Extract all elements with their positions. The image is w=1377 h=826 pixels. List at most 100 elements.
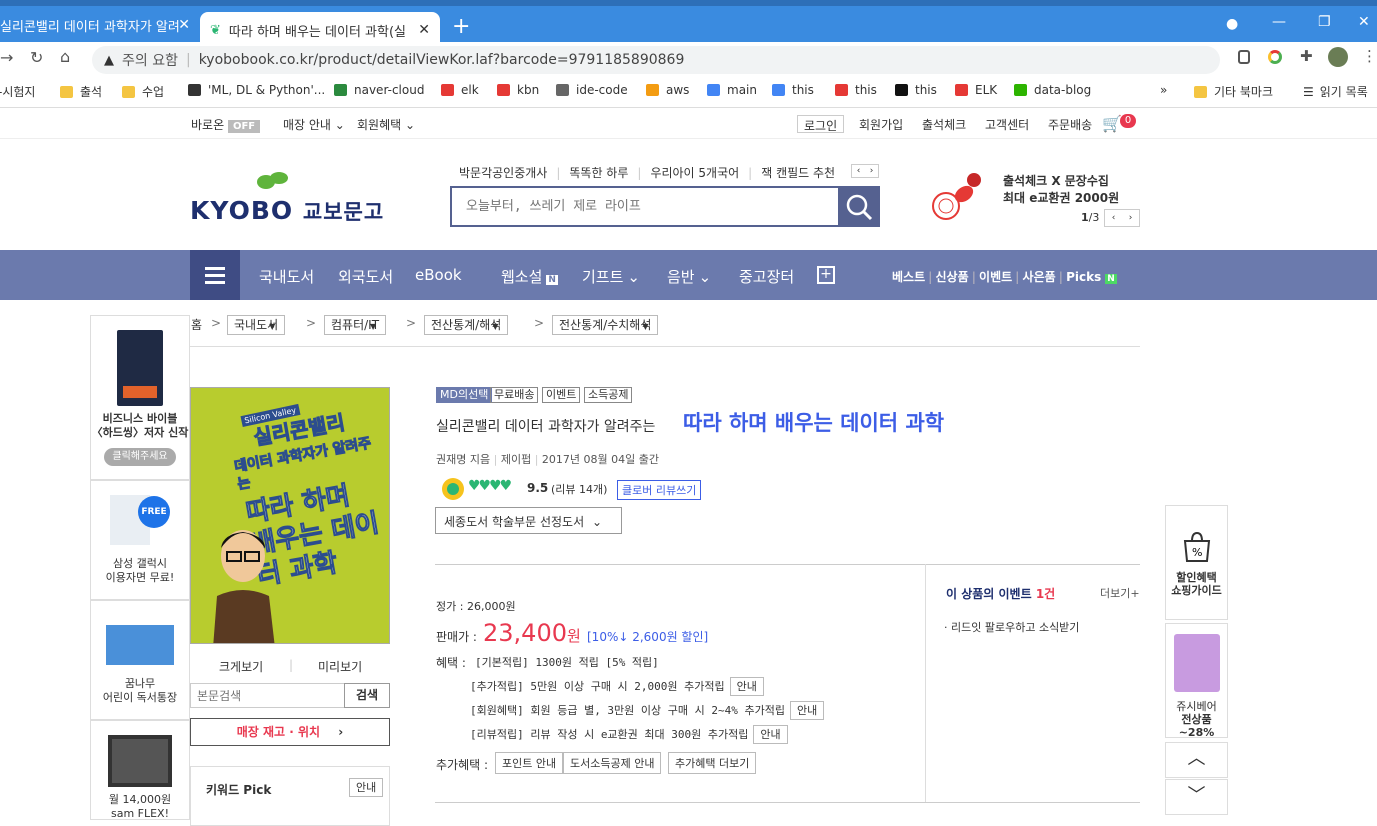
bookmark-item[interactable]: 'ML, DL & Python'... [188, 83, 325, 97]
side-ad-juicy[interactable]: 쥬시베어 전상품 ~28% [1165, 623, 1228, 739]
hot-keyword[interactable]: 똑똑한 하루 [569, 166, 628, 180]
side-ad-galaxy[interactable]: FREE 삼성 갤럭시 이용자면 무료! [90, 480, 190, 600]
side-ad-kids[interactable]: 꿈나무 어린이 독서통장 [90, 600, 190, 720]
award-dropdown[interactable]: 세종도서 학술부문 선정도서 ⌄ [435, 507, 622, 534]
bookmark-item[interactable]: ELK [955, 83, 997, 97]
extension-icon[interactable] [1238, 50, 1250, 64]
minimize-icon[interactable]: — [1272, 14, 1286, 30]
scroll-up-button[interactable]: ︿ [1165, 742, 1228, 778]
store-info-menu[interactable]: 매장 안내 ⌄ [283, 116, 345, 133]
promo-text[interactable]: 출석체크 X 문장수집 최대 e교환권 2000원 [1003, 173, 1119, 207]
side-ad-sam[interactable]: 월 14,000원 sam FLEX! [90, 720, 190, 820]
reading-list[interactable]: ☰ 읽기 목록 [1303, 83, 1368, 100]
nav-item[interactable]: 외국도서 [338, 266, 393, 287]
promo-pager-buttons[interactable]: ‹ › [1104, 209, 1140, 227]
back-icon[interactable]: → [0, 48, 13, 67]
restore-icon[interactable]: ❐ [1318, 14, 1331, 30]
cart-icon[interactable]: 🛒 [1102, 114, 1122, 133]
baroon-toggle[interactable]: 바로온 OFF [191, 116, 261, 133]
extra-benefit-button[interactable]: 추가혜택 더보기 [668, 752, 757, 774]
bookmark-item[interactable]: this [835, 83, 877, 97]
nav-right-link[interactable]: 신상품 [936, 270, 969, 284]
new-tab-icon[interactable]: + [452, 14, 470, 39]
order-link[interactable]: 주문배송 [1048, 116, 1092, 133]
search-input[interactable] [452, 188, 832, 225]
member-benefit-menu[interactable]: 회원혜택 ⌄ [357, 116, 415, 133]
author-link[interactable]: 권재명 지음 [436, 453, 490, 466]
side-ad-cta[interactable]: 클릭해주세요 [104, 448, 176, 466]
write-review-button[interactable]: 클로버 리뷰쓰기 [617, 480, 702, 500]
bookmark-item[interactable]: 수업 [122, 83, 164, 100]
logo[interactable]: KYOBO 교보문고 [190, 196, 384, 226]
side-ad-hardthing[interactable]: 비즈니스 바이블 〈하드씽〉저자 신작 클릭해주세요 [90, 315, 190, 480]
bookmark-item[interactable]: naver-cloud [334, 83, 424, 97]
bookmark-item[interactable]: 출석 [60, 83, 102, 100]
breadcrumb-item[interactable]: 국내도서▼ [227, 315, 291, 335]
close-icon[interactable]: ✕ [418, 22, 430, 38]
event-item[interactable]: · 리드잇 팔로우하고 소식받기 [944, 619, 1079, 635]
more-menu-icon[interactable]: + [817, 266, 835, 284]
nav-item[interactable]: 기프트 ⌄ [582, 266, 640, 287]
preview-link[interactable]: 미리보기 [318, 658, 362, 675]
benefit-info-button[interactable]: 안내 [729, 677, 764, 696]
breadcrumb-item[interactable]: 홈 [191, 316, 202, 333]
bookmark-item[interactable]: data-blog [1014, 83, 1091, 97]
bookmark-item[interactable]: kbn [497, 83, 539, 97]
shopping-guide[interactable]: % 할인혜택 쇼핑가이드 [1165, 505, 1228, 620]
enlarge-link[interactable]: 크게보기 [219, 658, 263, 675]
bookmark-item[interactable]: aws [646, 83, 689, 97]
join-link[interactable]: 회원가입 [859, 116, 903, 133]
bookmark-item[interactable]: ide-code [556, 83, 628, 97]
keyword-info-button[interactable]: 안내 [349, 778, 384, 797]
review-count[interactable]: (리뷰 14개) [551, 481, 607, 497]
stock-button[interactable]: 매장 재고 · 위치 › [190, 718, 390, 746]
avatar[interactable] [1328, 47, 1348, 67]
chrome-ext-icon[interactable] [1268, 50, 1282, 64]
benefit-info-button[interactable]: 안내 [753, 725, 788, 744]
close-window-icon[interactable]: ✕ [1358, 14, 1370, 30]
nav-right-link[interactable]: Picks [1066, 270, 1101, 284]
puzzle-icon[interactable]: ✚ [1300, 47, 1313, 65]
nav-right-link[interactable]: 사은품 [1023, 270, 1056, 284]
search-button[interactable] [838, 186, 880, 227]
nav-item[interactable]: eBook [415, 266, 462, 284]
bookmark-item[interactable]: this [895, 83, 937, 97]
menu-icon[interactable]: ⋮ [1362, 47, 1377, 65]
book-cover[interactable]: Silicon Valley 실리콘밸리 데이터 과학자가 알려주는 따라 하며… [190, 387, 390, 644]
nav-right-link[interactable]: 이벤트 [979, 270, 1012, 284]
event-more-link[interactable]: 더보기+ [1100, 585, 1140, 601]
overflow-icon[interactable]: » [1160, 83, 1167, 97]
extra-benefit-button[interactable]: 도서소득공제 안내 [563, 752, 662, 774]
nav-item[interactable]: 음반 ⌄ [667, 266, 711, 287]
nav-item[interactable]: 웹소설 N [501, 266, 558, 287]
extra-benefit-button[interactable]: 포인트 안내 [495, 752, 564, 774]
login-link[interactable]: 로그인 [797, 115, 845, 133]
close-icon[interactable]: ✕ [178, 17, 190, 33]
content-search-button[interactable]: 검색 [344, 683, 390, 708]
scroll-down-button[interactable]: ﹀ [1165, 779, 1228, 815]
bookmark-item[interactable]: elk [441, 83, 479, 97]
content-search-input[interactable] [190, 683, 345, 708]
keyword-pager[interactable]: ‹ › [851, 164, 879, 178]
hot-keyword[interactable]: 우리아이 5개국어 [650, 166, 739, 180]
attendance-link[interactable]: 출석체크 [922, 116, 966, 133]
tab-inactive[interactable]: 실리콘밸리 데이터 과학자가 알려 ✕ [0, 8, 200, 42]
breadcrumb-item[interactable]: 전산통계/수치해석▼ [552, 315, 665, 335]
breadcrumb-item[interactable]: 컴퓨터/IT▼ [324, 315, 392, 335]
publisher-link[interactable]: 제이펍 [501, 453, 531, 466]
cs-link[interactable]: 고객센터 [985, 116, 1029, 133]
reload-icon[interactable]: ↻ [30, 48, 43, 67]
all-menu-button[interactable] [190, 250, 240, 300]
hot-keyword[interactable]: 잭 캔필드 추천 [761, 166, 835, 180]
bookmark-item[interactable]: -시험지 [0, 83, 35, 100]
breadcrumb-item[interactable]: 전산통계/해석▼ [424, 315, 514, 335]
home-icon[interactable]: ⌂ [60, 47, 70, 66]
hot-keyword[interactable]: 박문각공인중개사 [459, 166, 547, 180]
address-bar[interactable]: ▲ 주의 요함 | kyobobook.co.kr/product/detail… [92, 46, 1220, 74]
nav-item[interactable]: 중고장터 [739, 266, 794, 287]
benefit-info-button[interactable]: 안내 [789, 701, 825, 720]
bookmark-item[interactable]: this [772, 83, 814, 97]
profile-dropdown-icon[interactable]: ● [1226, 16, 1238, 32]
promo-stamp-icon[interactable] [930, 170, 986, 222]
other-bookmarks[interactable]: 기타 북마크 [1194, 83, 1273, 100]
